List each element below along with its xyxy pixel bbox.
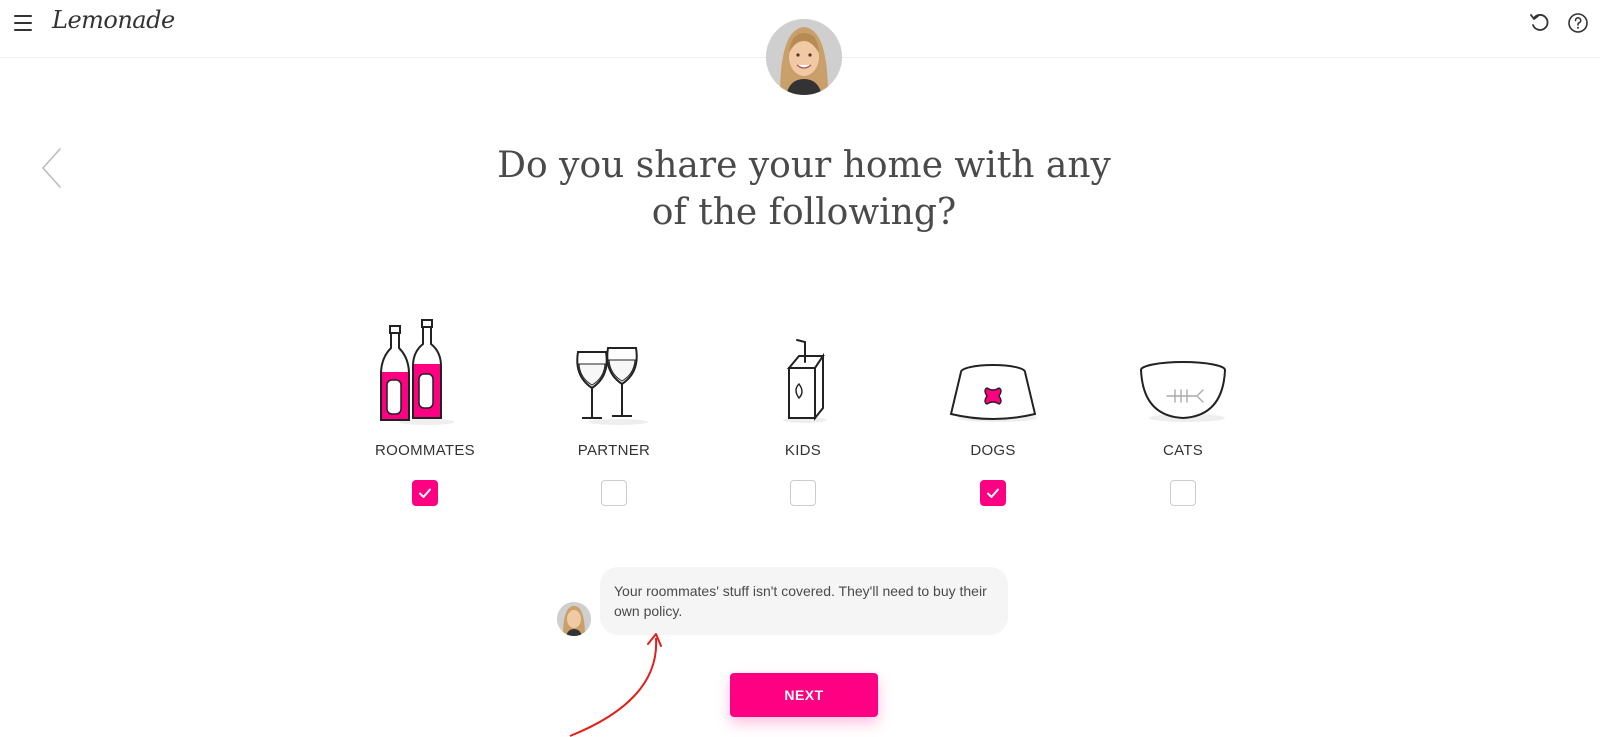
option-label-partner: PARTNER	[577, 442, 651, 459]
juice-box-icon	[733, 318, 873, 430]
checkbox-roommates[interactable]	[412, 480, 438, 506]
next-button[interactable]: NEXT	[730, 673, 878, 717]
option-dogs[interactable]: DOGS	[923, 318, 1063, 506]
hamburger-menu-icon[interactable]	[14, 15, 32, 31]
checkbox-dogs[interactable]	[980, 480, 1006, 506]
brand-logo[interactable]: Lemonade	[52, 6, 175, 34]
option-partner[interactable]: PARTNER	[544, 318, 684, 506]
question-heading: Do you share your home with any of the f…	[400, 142, 1208, 236]
cat-bowl-icon	[1113, 318, 1253, 430]
checkbox-partner[interactable]	[601, 480, 627, 506]
option-label-cats: CATS	[1162, 442, 1204, 459]
undo-icon[interactable]	[1528, 11, 1552, 35]
back-arrow-icon[interactable]	[38, 146, 68, 190]
option-roommates[interactable]: ROOMMATES	[355, 318, 495, 506]
checkbox-cats[interactable]	[1170, 480, 1196, 506]
assistant-avatar	[766, 19, 842, 95]
message-bubble: Your roommates' stuff isn't covered. The…	[600, 567, 1008, 635]
annotation-arrow-icon	[569, 633, 662, 737]
check-icon	[987, 488, 999, 498]
question-line-2: of the following?	[651, 192, 957, 233]
dog-bowl-icon	[923, 318, 1063, 430]
wine-glasses-icon	[544, 318, 684, 430]
option-cats[interactable]: CATS	[1113, 318, 1253, 506]
question-line-1: Do you share your home with any	[497, 145, 1111, 186]
option-label-roommates: ROOMMATES	[375, 442, 475, 459]
check-icon	[419, 488, 431, 498]
checkbox-kids[interactable]	[790, 480, 816, 506]
message-text: Your roommates' stuff isn't covered. The…	[614, 583, 987, 619]
option-label-dogs: DOGS	[970, 442, 1016, 459]
option-label-kids: KIDS	[784, 442, 822, 459]
option-kids[interactable]: KIDS	[733, 318, 873, 506]
bottles-icon	[355, 318, 495, 430]
help-icon[interactable]	[1566, 11, 1590, 35]
